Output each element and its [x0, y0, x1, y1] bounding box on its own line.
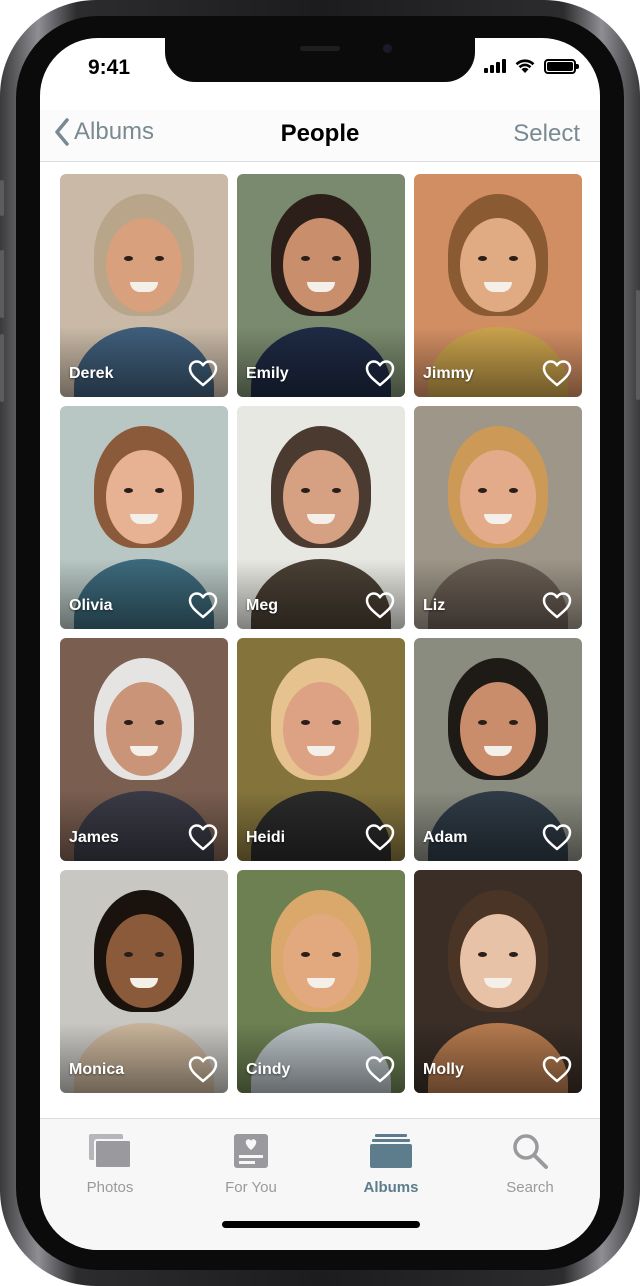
person-name: Adam — [423, 829, 468, 846]
power-button — [636, 290, 640, 400]
person-name: Jimmy — [423, 365, 474, 382]
person-name: Olivia — [69, 597, 113, 614]
favorite-heart-icon[interactable] — [542, 359, 572, 387]
person-name: Monica — [69, 1061, 125, 1078]
favorite-heart-icon[interactable] — [188, 823, 218, 851]
person-card[interactable]: Derek — [60, 174, 228, 397]
status-time: 9:41 — [88, 56, 131, 79]
notch — [165, 38, 475, 82]
battery-icon — [544, 58, 579, 74]
photos-stack-icon — [89, 1134, 132, 1169]
tab-for-you[interactable]: For You — [201, 1129, 301, 1196]
select-button[interactable]: Select — [513, 120, 580, 148]
person-name: Liz — [423, 597, 446, 614]
person-name: Emily — [246, 365, 289, 382]
tab-bar: Photos For You Albums Search — [40, 1118, 600, 1250]
tab-photos[interactable]: Photos — [60, 1129, 160, 1196]
navigation-bar: Albums People Select — [40, 110, 600, 162]
tab-albums[interactable]: Albums — [341, 1129, 441, 1196]
people-grid: Derek Emily Jimmy Olivia Meg Liz James Heidi Ada… — [60, 174, 583, 1093]
favorite-heart-icon[interactable] — [188, 359, 218, 387]
tab-photos-label: Photos — [86, 1179, 134, 1196]
person-card[interactable]: Adam — [414, 638, 582, 861]
cellular-signal-icon — [484, 59, 506, 73]
favorite-heart-icon[interactable] — [188, 1055, 218, 1083]
front-camera — [383, 44, 392, 53]
person-name: Derek — [69, 365, 114, 382]
person-card[interactable]: Molly — [414, 870, 582, 1093]
phone-frame: 9:41 Albums People Select Derek Emily Jimm — [0, 0, 640, 1286]
home-indicator[interactable] — [222, 1221, 420, 1228]
person-card[interactable]: Jimmy — [414, 174, 582, 397]
favorite-heart-icon[interactable] — [542, 591, 572, 619]
person-name: Meg — [246, 597, 278, 614]
person-card[interactable]: Olivia — [60, 406, 228, 629]
albums-icon — [370, 1134, 412, 1168]
person-name: James — [69, 829, 119, 846]
search-icon — [513, 1134, 548, 1169]
person-card[interactable]: Monica — [60, 870, 228, 1093]
mute-switch — [0, 180, 4, 216]
favorite-heart-icon[interactable] — [365, 1055, 395, 1083]
earpiece-speaker — [300, 46, 340, 51]
tab-search[interactable]: Search — [480, 1129, 580, 1196]
status-icons — [484, 58, 579, 74]
for-you-heart-icon — [234, 1134, 268, 1168]
tab-albums-label: Albums — [363, 1179, 419, 1196]
person-name: Molly — [423, 1061, 464, 1078]
person-name: Cindy — [246, 1061, 291, 1078]
person-card[interactable]: Cindy — [237, 870, 405, 1093]
favorite-heart-icon[interactable] — [365, 823, 395, 851]
person-card[interactable]: Heidi — [237, 638, 405, 861]
screen: 9:41 Albums People Select Derek Emily Jimm — [40, 38, 600, 1250]
favorite-heart-icon[interactable] — [365, 359, 395, 387]
volume-down-button — [0, 334, 4, 402]
person-name: Heidi — [246, 829, 286, 846]
tab-for-you-label: For You — [225, 1179, 277, 1196]
favorite-heart-icon[interactable] — [365, 591, 395, 619]
favorite-heart-icon[interactable] — [542, 823, 572, 851]
tab-search-label: Search — [506, 1179, 554, 1196]
volume-up-button — [0, 250, 4, 318]
wifi-icon — [515, 59, 535, 73]
person-card[interactable]: Liz — [414, 406, 582, 629]
person-card[interactable]: James — [60, 638, 228, 861]
person-card[interactable]: Meg — [237, 406, 405, 629]
favorite-heart-icon[interactable] — [188, 591, 218, 619]
person-card[interactable]: Emily — [237, 174, 405, 397]
favorite-heart-icon[interactable] — [542, 1055, 572, 1083]
